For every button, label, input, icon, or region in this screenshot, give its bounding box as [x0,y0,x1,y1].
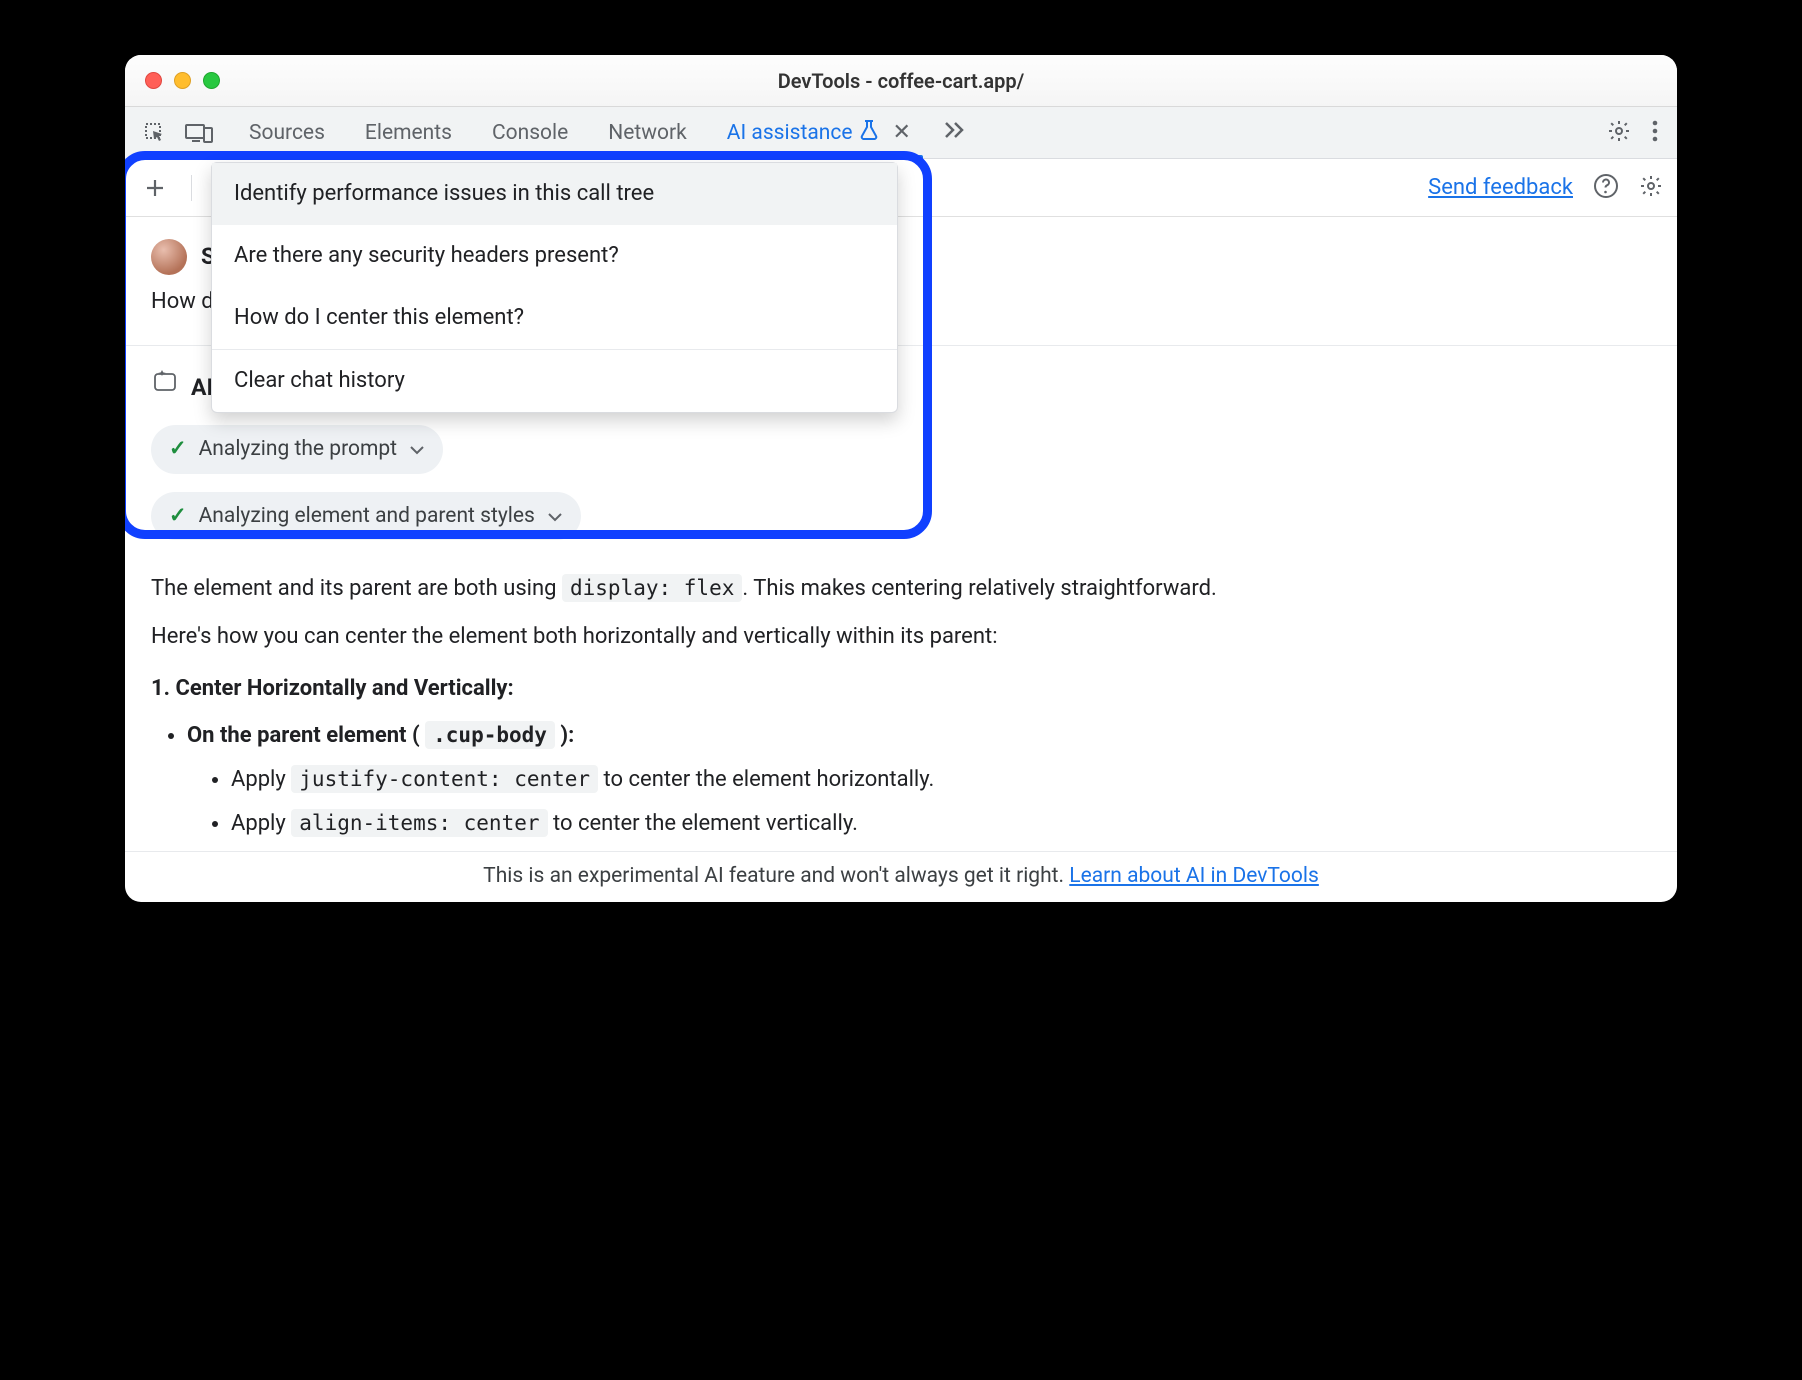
close-window-button[interactable] [145,72,162,89]
list-item: On the parent element ( .cup-body ): App… [187,719,1651,841]
ai-paragraph: The element and its parent are both usin… [151,572,1651,606]
tab-label: AI assistance [727,121,853,145]
clear-history-item[interactable]: Clear chat history [212,350,897,412]
tabbar: Sources Elements Console Network AI assi… [125,107,1677,159]
footer-text: This is an experimental AI feature and w… [483,864,1069,888]
tab-sources[interactable]: Sources [229,107,345,158]
ai-paragraph: Here's how you can center the element bo… [151,620,1651,654]
code-inline: display: flex [562,574,742,602]
tabs-overflow[interactable] [931,107,979,158]
close-tab-icon[interactable]: ✕ [892,120,910,145]
tab-label: Elements [365,121,452,145]
zoom-window-button[interactable] [203,72,220,89]
history-item[interactable]: Are there any security headers present? [212,225,897,287]
minimize-window-button[interactable] [174,72,191,89]
divider [191,175,192,201]
step-label: Analyzing the prompt [199,433,397,466]
titlebar: DevTools - coffee-cart.app/ [125,55,1677,107]
section-heading: 1. Center Horizontally and Vertically: [151,672,1651,706]
check-icon: ✓ [169,500,187,533]
history-dropdown: Identify performance issues in this call… [211,162,898,413]
window-title: DevTools - coffee-cart.app/ [125,69,1677,93]
check-icon: ✓ [169,433,187,466]
footer: This is an experimental AI feature and w… [125,851,1677,902]
chevron-down-icon [409,433,425,466]
tab-label: Console [492,121,568,145]
inspect-element-icon[interactable] [133,107,177,158]
traffic-lights [125,72,220,89]
learn-more-link[interactable]: Learn about AI in DevTools [1069,864,1319,888]
analysis-step[interactable]: ✓ Analyzing the prompt [151,425,443,474]
tab-label: Network [608,121,687,145]
settings-gear-icon[interactable] [1607,119,1631,147]
code-inline: align-items: center [291,809,547,837]
flask-icon [860,120,878,146]
kebab-menu-icon[interactable] [1651,119,1659,147]
ai-label: AI [191,370,213,406]
help-icon[interactable] [1593,173,1619,203]
tab-network[interactable]: Network [588,107,707,158]
device-toolbar-icon[interactable] [177,107,221,158]
history-item[interactable]: How do I center this element? [212,287,897,349]
step-label: Analyzing element and parent styles [199,500,535,533]
chat-content: S How do I center this element? AI ✓ Ana… [125,217,1677,841]
tabs: Sources Elements Console Network AI assi… [229,107,979,158]
panel-settings-icon[interactable] [1639,174,1663,202]
tab-elements[interactable]: Elements [345,107,472,158]
code-inline: justify-content: center [291,765,598,793]
code-inline: .cup-body [425,721,555,749]
panel-body: Send feedback S How do I center this ele… [125,159,1677,902]
send-feedback-link[interactable]: Send feedback [1428,175,1573,200]
tab-label: Sources [249,121,325,145]
instruction-list: On the parent element ( .cup-body ): App… [151,719,1651,841]
devtools-window: DevTools - coffee-cart.app/ Sources Elem… [125,55,1677,902]
tab-ai-assistance[interactable]: AI assistance ✕ [707,107,931,158]
ai-sparkle-icon [151,368,179,407]
chevrons-right-icon [943,120,967,146]
new-chat-button[interactable] [139,172,171,204]
tab-console[interactable]: Console [472,107,588,158]
chevron-down-icon [547,500,563,533]
analysis-step[interactable]: ✓ Analyzing element and parent styles [151,492,581,541]
list-item: Apply justify-content: center to center … [231,763,1651,797]
list-item: Apply align-items: center to center the … [231,807,1651,841]
history-item[interactable]: Identify performance issues in this call… [212,163,897,225]
user-avatar [151,239,187,275]
